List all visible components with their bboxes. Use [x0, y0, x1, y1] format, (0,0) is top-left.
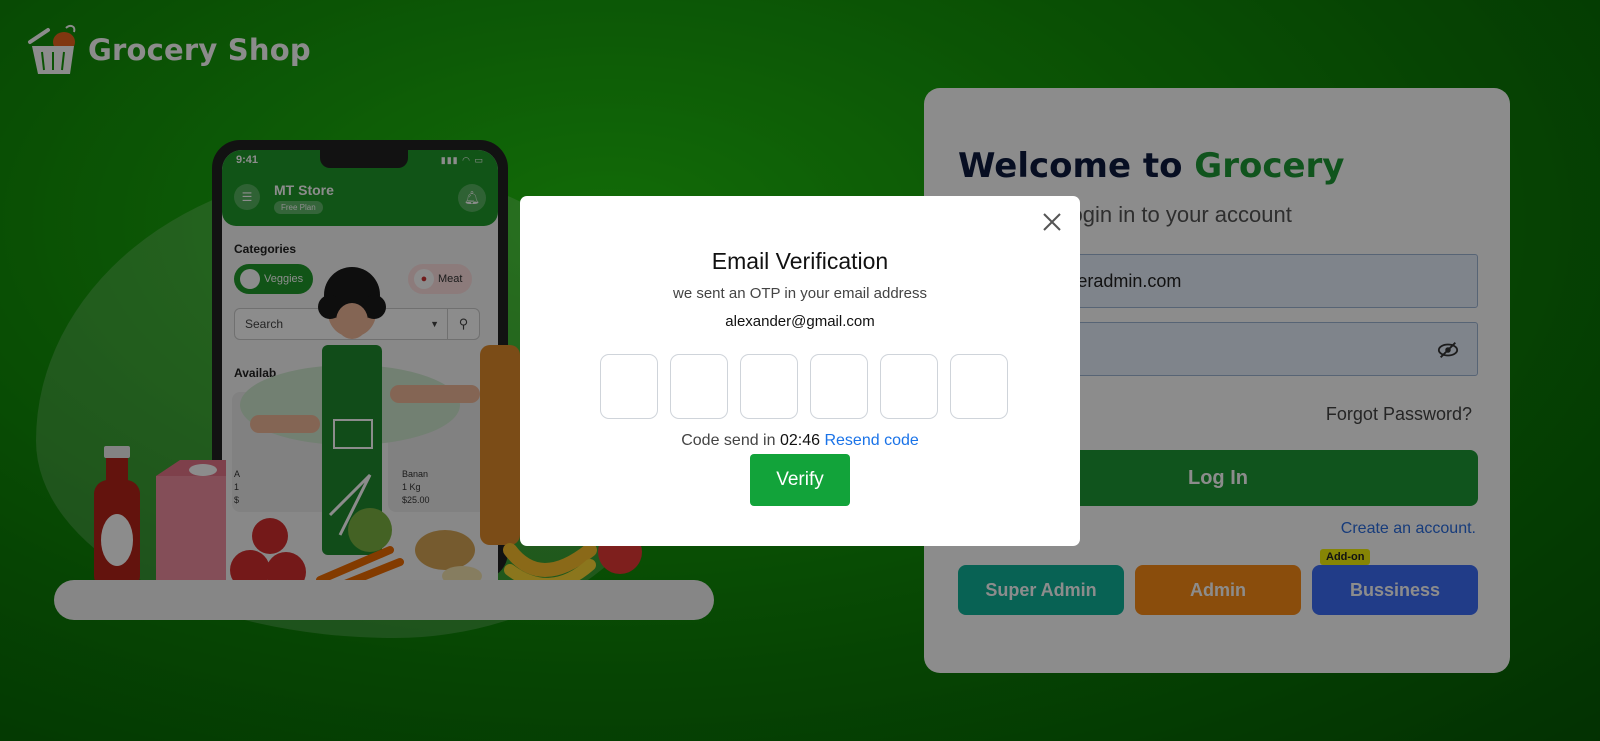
otp-input-2[interactable]	[670, 354, 728, 419]
close-icon[interactable]	[1038, 208, 1066, 236]
code-timer-line: Code send in 02:46 Resend code	[520, 432, 1080, 450]
code-timer: 02:46	[779, 432, 821, 449]
otp-input-3[interactable]	[740, 354, 798, 419]
otp-input-5[interactable]	[880, 354, 938, 419]
otp-inputs	[600, 354, 1008, 419]
modal-subtitle: we sent an OTP in your email address	[672, 285, 927, 302]
code-prefix: Code send in	[681, 432, 776, 449]
resend-code-link[interactable]: Resend code	[824, 432, 918, 449]
otp-input-1[interactable]	[600, 354, 658, 419]
otp-input-6[interactable]	[950, 354, 1008, 419]
email-verification-modal: Email Verification we sent an OTP in you…	[520, 196, 1080, 546]
modal-title: Email Verification	[711, 248, 889, 274]
otp-input-4[interactable]	[810, 354, 868, 419]
verify-button[interactable]: Verify	[750, 454, 850, 506]
modal-email: alexander@gmail.com	[725, 313, 875, 330]
